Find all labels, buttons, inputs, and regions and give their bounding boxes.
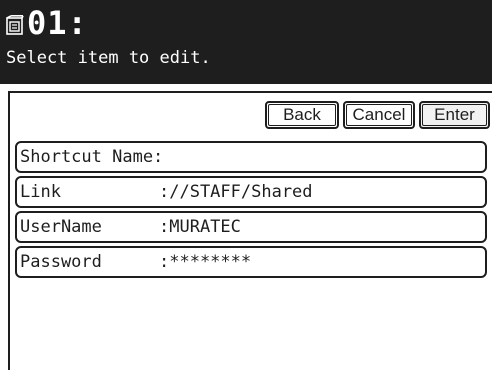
back-button[interactable]: Back [265,101,339,129]
cancel-button-label: Cancel [352,105,406,124]
enter-button-label: Enter [434,105,475,124]
username-row[interactable]: UserName :MURATEC [15,211,487,243]
password-row[interactable]: Password :******** [15,246,487,278]
header-bar: 01: Select item to edit. [0,0,492,84]
shortcut-name-label: Shortcut Name: [20,147,164,167]
username-value: :MURATEC [159,217,241,237]
shortcut-name-row[interactable]: Shortcut Name: [15,141,487,173]
link-value: ://STAFF/Shared [159,182,313,202]
page-title: 01: [27,4,88,42]
instruction-text: Select item to edit. [6,48,211,68]
cancel-button[interactable]: Cancel [343,101,415,129]
back-button-label: Back [283,105,321,124]
link-label: Link [20,182,61,202]
username-label: UserName [20,217,102,237]
address-book-icon [6,15,24,35]
password-label: Password [20,252,102,272]
link-row[interactable]: Link ://STAFF/Shared [15,176,487,208]
enter-button[interactable]: Enter [419,101,490,129]
password-value: :******** [159,252,252,272]
